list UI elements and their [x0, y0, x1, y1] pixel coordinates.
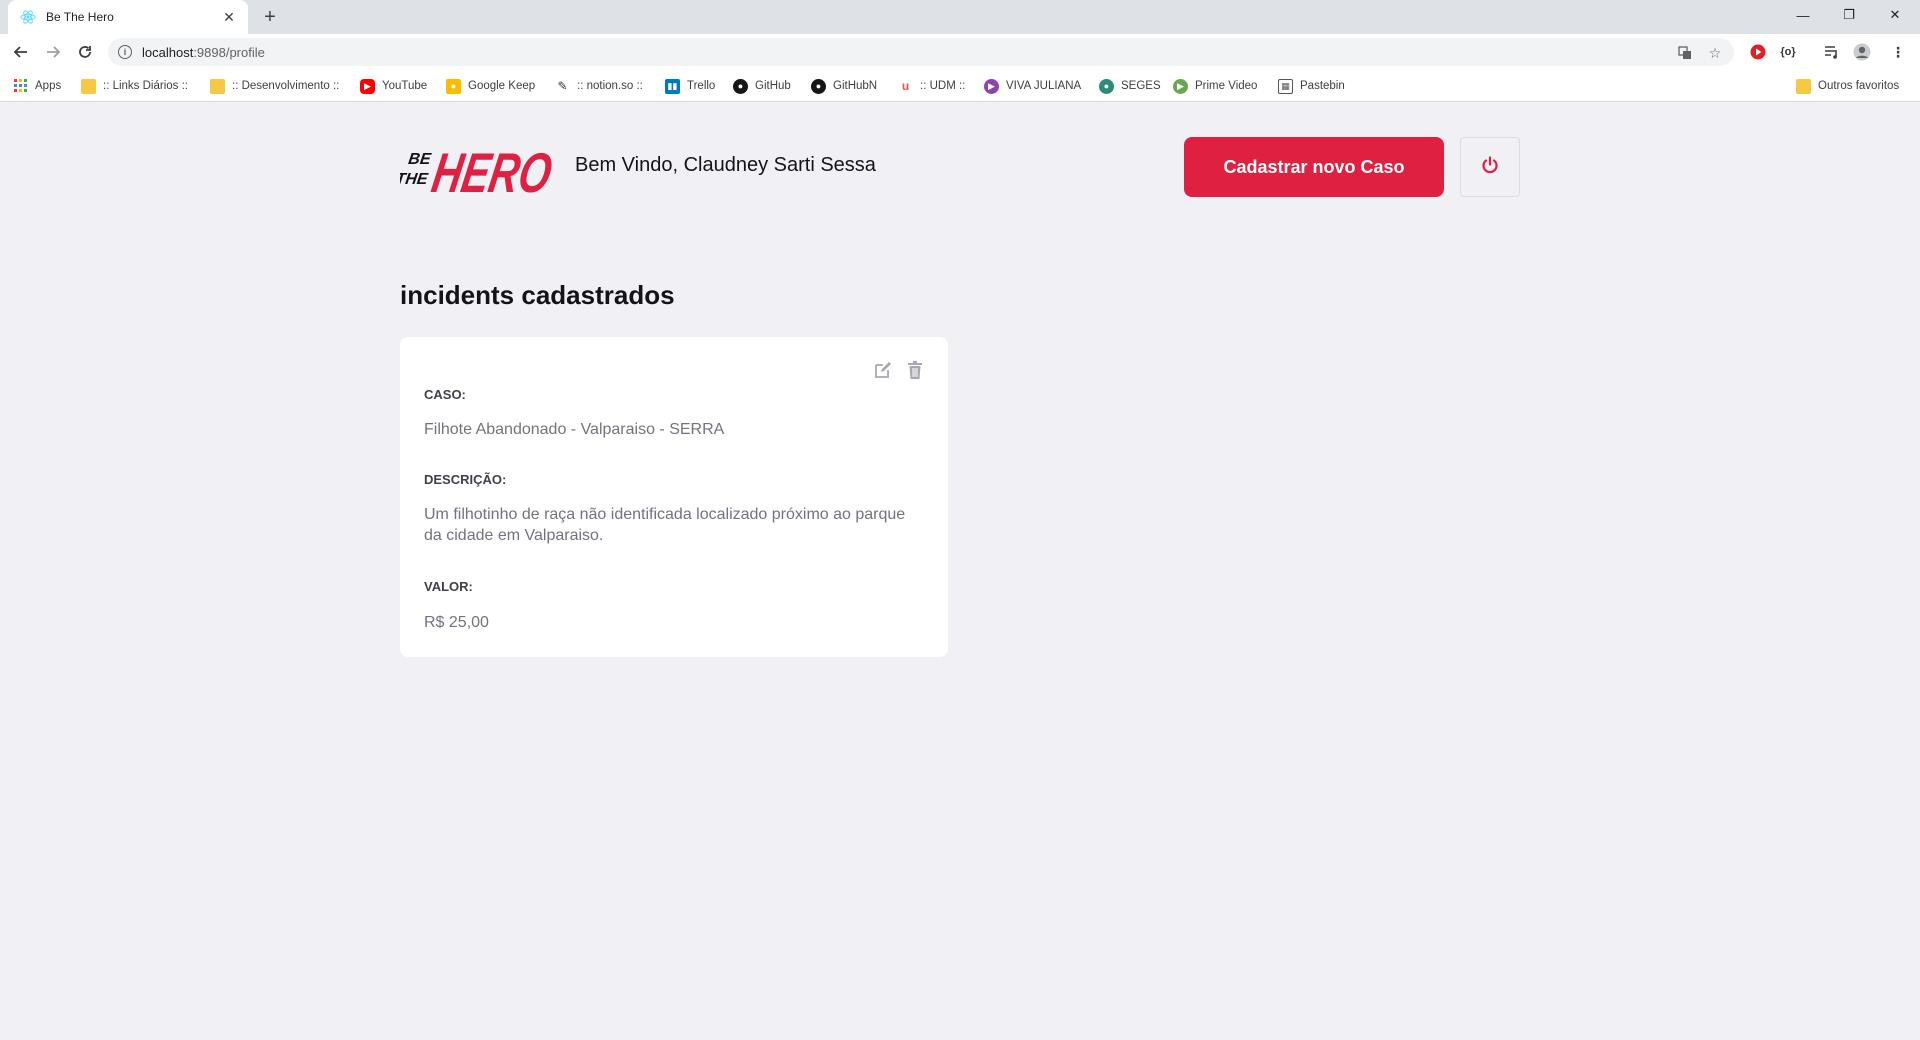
bookmark-label: Outros favoritos [1818, 80, 1900, 92]
svg-text:BE: BE [407, 150, 433, 168]
react-icon [20, 9, 36, 25]
pastebin-icon: ▦ [1278, 78, 1293, 94]
github-icon: ● [811, 78, 826, 94]
value-value: R$ 25,00 [424, 614, 489, 631]
case-label: CASO: [424, 387, 466, 402]
prime-video-icon: ▶ [1173, 78, 1188, 94]
folder-icon [210, 78, 225, 94]
bookmark-apps[interactable]: Apps [13, 77, 61, 95]
notion-icon: ✎ [557, 79, 568, 93]
browser-toolbar: i localhost:9898/profile ☆ {o} ⋮ [0, 34, 1920, 70]
edit-icon[interactable] [872, 359, 894, 381]
arrow-left-icon [13, 46, 27, 58]
bookmark-prime-video[interactable]: ▶ Prime Video [1173, 77, 1257, 95]
menu-kebab-icon[interactable]: ⋮ [1888, 42, 1908, 62]
translate-icon[interactable] [1676, 44, 1694, 62]
bookmarks-bar: Apps :: Links Diários :: :: Desenvolvime… [0, 70, 1920, 102]
bookmark-label: Pastebin [1300, 80, 1345, 92]
close-window-button[interactable]: ✕ [1872, 0, 1918, 30]
profile-header: BE THE HERO Bem Vindo, Claudney Sarti Se… [394, 134, 1520, 204]
bookmark-label: Trello [687, 80, 716, 92]
url-host: localhost [142, 44, 194, 60]
bookmark-seges[interactable]: ● SEGES [1099, 77, 1161, 95]
bookmark-links-diarios[interactable]: :: Links Diários :: [81, 77, 188, 95]
profile-avatar-icon[interactable] [1852, 42, 1872, 62]
reload-button[interactable] [72, 39, 98, 65]
incident-card: CASO: Filhote Abandonado - Valparaiso - … [400, 337, 948, 657]
description-label: DESCRIÇÃO: [424, 472, 507, 487]
trash-icon[interactable] [904, 359, 926, 381]
restore-button[interactable]: ❐ [1826, 0, 1872, 30]
bookmark-label: VIVA JULIANA [1006, 80, 1082, 92]
bookmark-youtube[interactable]: ▶ YouTube [360, 77, 427, 95]
browser-tab[interactable]: Be The Hero ✕ [8, 0, 248, 34]
udemy-icon: u [901, 79, 910, 93]
forward-button[interactable] [40, 39, 66, 65]
new-tab-button[interactable]: + [258, 5, 282, 29]
bookmark-other-favorites[interactable]: Outros favoritos [1796, 77, 1899, 95]
seges-icon: ● [1099, 78, 1114, 94]
info-icon[interactable]: i [118, 45, 132, 59]
logout-button[interactable] [1460, 137, 1520, 197]
bookmark-label: :: Desenvolvimento :: [232, 80, 340, 92]
address-bar[interactable]: i localhost:9898/profile ☆ [108, 38, 1734, 66]
trello-icon: ▮▮ [665, 78, 680, 94]
page-title: incidents cadastrados [400, 280, 675, 310]
case-value: Filhote Abandonado - Valparaiso - SERRA [424, 421, 725, 438]
be-the-hero-logo: BE THE HERO [394, 134, 556, 204]
bookmark-label: Google Keep [468, 80, 536, 92]
minimize-button[interactable]: — [1780, 0, 1826, 30]
browser-tabstrip: Be The Hero ✕ + — ❐ ✕ [0, 0, 1920, 34]
new-case-button[interactable]: Cadastrar novo Caso [1184, 137, 1444, 197]
bookmark-viva-juliana[interactable]: ▶ VIVA JULIANA [984, 77, 1081, 95]
card-actions [872, 359, 926, 381]
bookmark-label: :: Links Diários :: [103, 80, 188, 92]
bookmark-label: SEGES [1121, 80, 1161, 92]
reload-icon [79, 46, 91, 58]
back-button[interactable] [8, 39, 34, 65]
tab-title: Be The Hero [46, 10, 114, 24]
bookmark-udm[interactable]: u :: UDM :: [898, 77, 966, 95]
media-list-icon[interactable] [1822, 42, 1842, 62]
keep-icon: ● [446, 78, 461, 94]
bookmark-label: Prime Video [1195, 80, 1258, 92]
bookmark-label: YouTube [382, 80, 428, 92]
welcome-message: Bem Vindo, Claudney Sarti Sessa [575, 154, 876, 176]
arrow-right-icon [47, 46, 61, 58]
close-tab-icon[interactable]: ✕ [220, 8, 238, 26]
play-icon: ▶ [984, 78, 999, 94]
youtube-icon: ▶ [360, 78, 375, 94]
bookmark-label: :: notion.so :: [577, 80, 643, 92]
ext-json-icon[interactable]: {o} [1778, 42, 1798, 62]
folder-icon [81, 78, 96, 94]
bookmark-github[interactable]: ● GitHub [733, 77, 791, 95]
apps-grid-icon [13, 79, 28, 94]
bookmark-trello[interactable]: ▮▮ Trello [665, 77, 715, 95]
bookmark-label: Apps [35, 80, 62, 92]
bookmark-githubn[interactable]: ● GitHubN [811, 77, 877, 95]
github-icon: ● [733, 78, 748, 94]
bookmark-label: GitHub [755, 80, 791, 92]
url-path: :9898/profile [193, 44, 265, 60]
bookmark-google-keep[interactable]: ● Google Keep [446, 77, 535, 95]
bookmark-label: :: UDM :: [920, 80, 966, 92]
bookmark-label: GitHubN [833, 80, 878, 92]
description-value: Um filhotinho de raça não identificada l… [424, 506, 906, 544]
ext-red-play-icon[interactable] [1748, 42, 1768, 62]
bookmark-pastebin[interactable]: ▦ Pastebin [1278, 77, 1345, 95]
bookmark-notion[interactable]: ✎ :: notion.so :: [555, 77, 643, 95]
star-icon[interactable]: ☆ [1706, 44, 1724, 62]
svg-text:HERO: HERO [428, 141, 552, 198]
folder-icon [1796, 78, 1811, 94]
svg-text:THE: THE [400, 170, 430, 188]
value-label: VALOR: [424, 579, 473, 594]
bookmark-desenvolvimento[interactable]: :: Desenvolvimento :: [210, 77, 339, 95]
power-icon [1480, 155, 1500, 180]
